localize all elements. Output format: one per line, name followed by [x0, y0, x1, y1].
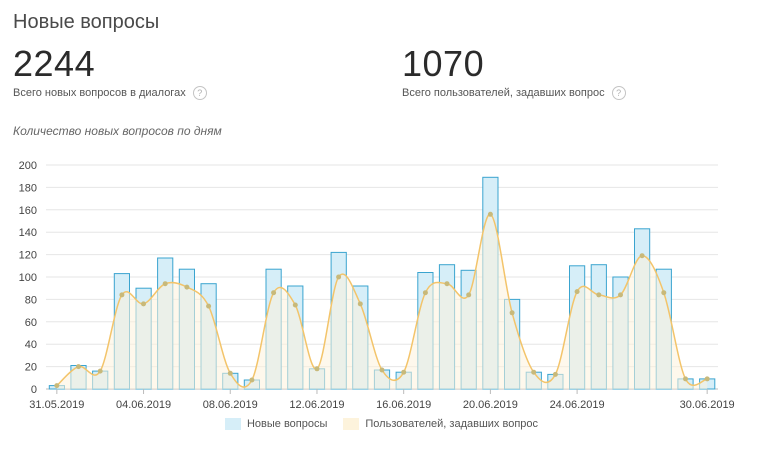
users-point [184, 284, 190, 290]
users-point [596, 292, 602, 298]
users-point [162, 281, 168, 287]
users-point [379, 367, 385, 373]
users-point [683, 376, 688, 382]
users-point [552, 371, 558, 377]
users-point [661, 290, 667, 296]
users-point [76, 364, 81, 370]
x-tick-label: 12.06.2019 [289, 399, 344, 411]
users-point [509, 310, 515, 316]
users-point [97, 368, 103, 374]
users-point [574, 289, 580, 295]
y-tick-label: 140 [19, 227, 37, 239]
y-tick-label: 160 [19, 205, 37, 217]
users-point [422, 290, 428, 296]
users-point [618, 292, 623, 298]
users-point [314, 366, 320, 372]
users-point [54, 383, 60, 389]
x-tick-label: 08.06.2019 [203, 399, 258, 411]
users-area [56, 214, 708, 389]
users-point [639, 253, 645, 259]
chart-legend: Новые вопросы Пользователей, задавших во… [0, 418, 763, 430]
users-point [444, 281, 450, 287]
y-tick-label: 180 [19, 182, 37, 194]
x-tick-label: 30.06.2019 [680, 399, 735, 411]
y-tick-label: 20 [25, 362, 37, 374]
users-point [141, 301, 146, 307]
legend-item-users[interactable]: Пользователей, задавших вопрос [343, 418, 538, 430]
users-point [249, 377, 255, 383]
y-tick-label: 60 [25, 317, 37, 329]
users-point [271, 290, 277, 296]
users-point [487, 211, 493, 217]
legend-item-new-questions[interactable]: Новые вопросы [224, 418, 328, 430]
users-point [531, 369, 537, 375]
x-tick-label: 20.06.2019 [463, 399, 518, 411]
y-tick-label: 100 [19, 272, 37, 284]
x-tick-label: 24.06.2019 [550, 399, 605, 411]
questions-per-day-chart: 0 20 40 60 80 100 120 140 160 180 200 31.05.2019 04.… [19, 160, 735, 411]
legend-label-new-questions: Новые вопросы [246, 418, 328, 430]
users-point [466, 292, 472, 298]
y-tick-label: 80 [25, 294, 37, 306]
y-tick-label: 40 [25, 339, 37, 351]
users-point [119, 292, 125, 298]
x-tick-label: 16.06.2019 [376, 399, 431, 411]
y-tick-label: 120 [19, 250, 37, 262]
users-point [336, 274, 342, 280]
legend-swatch-users [343, 418, 360, 430]
x-tick-label: 04.06.2019 [116, 399, 171, 411]
users-point [357, 301, 363, 307]
legend-swatch-new-questions [224, 418, 241, 430]
users-point [292, 302, 298, 308]
x-tick-label: 31.05.2019 [29, 399, 84, 411]
users-point [206, 303, 212, 309]
users-point [401, 369, 407, 375]
y-tick-label: 0 [31, 384, 37, 396]
users-point [704, 376, 710, 382]
y-tick-label: 200 [19, 160, 37, 172]
users-point [227, 370, 233, 376]
legend-label-users: Пользователей, задавших вопрос [365, 418, 539, 430]
